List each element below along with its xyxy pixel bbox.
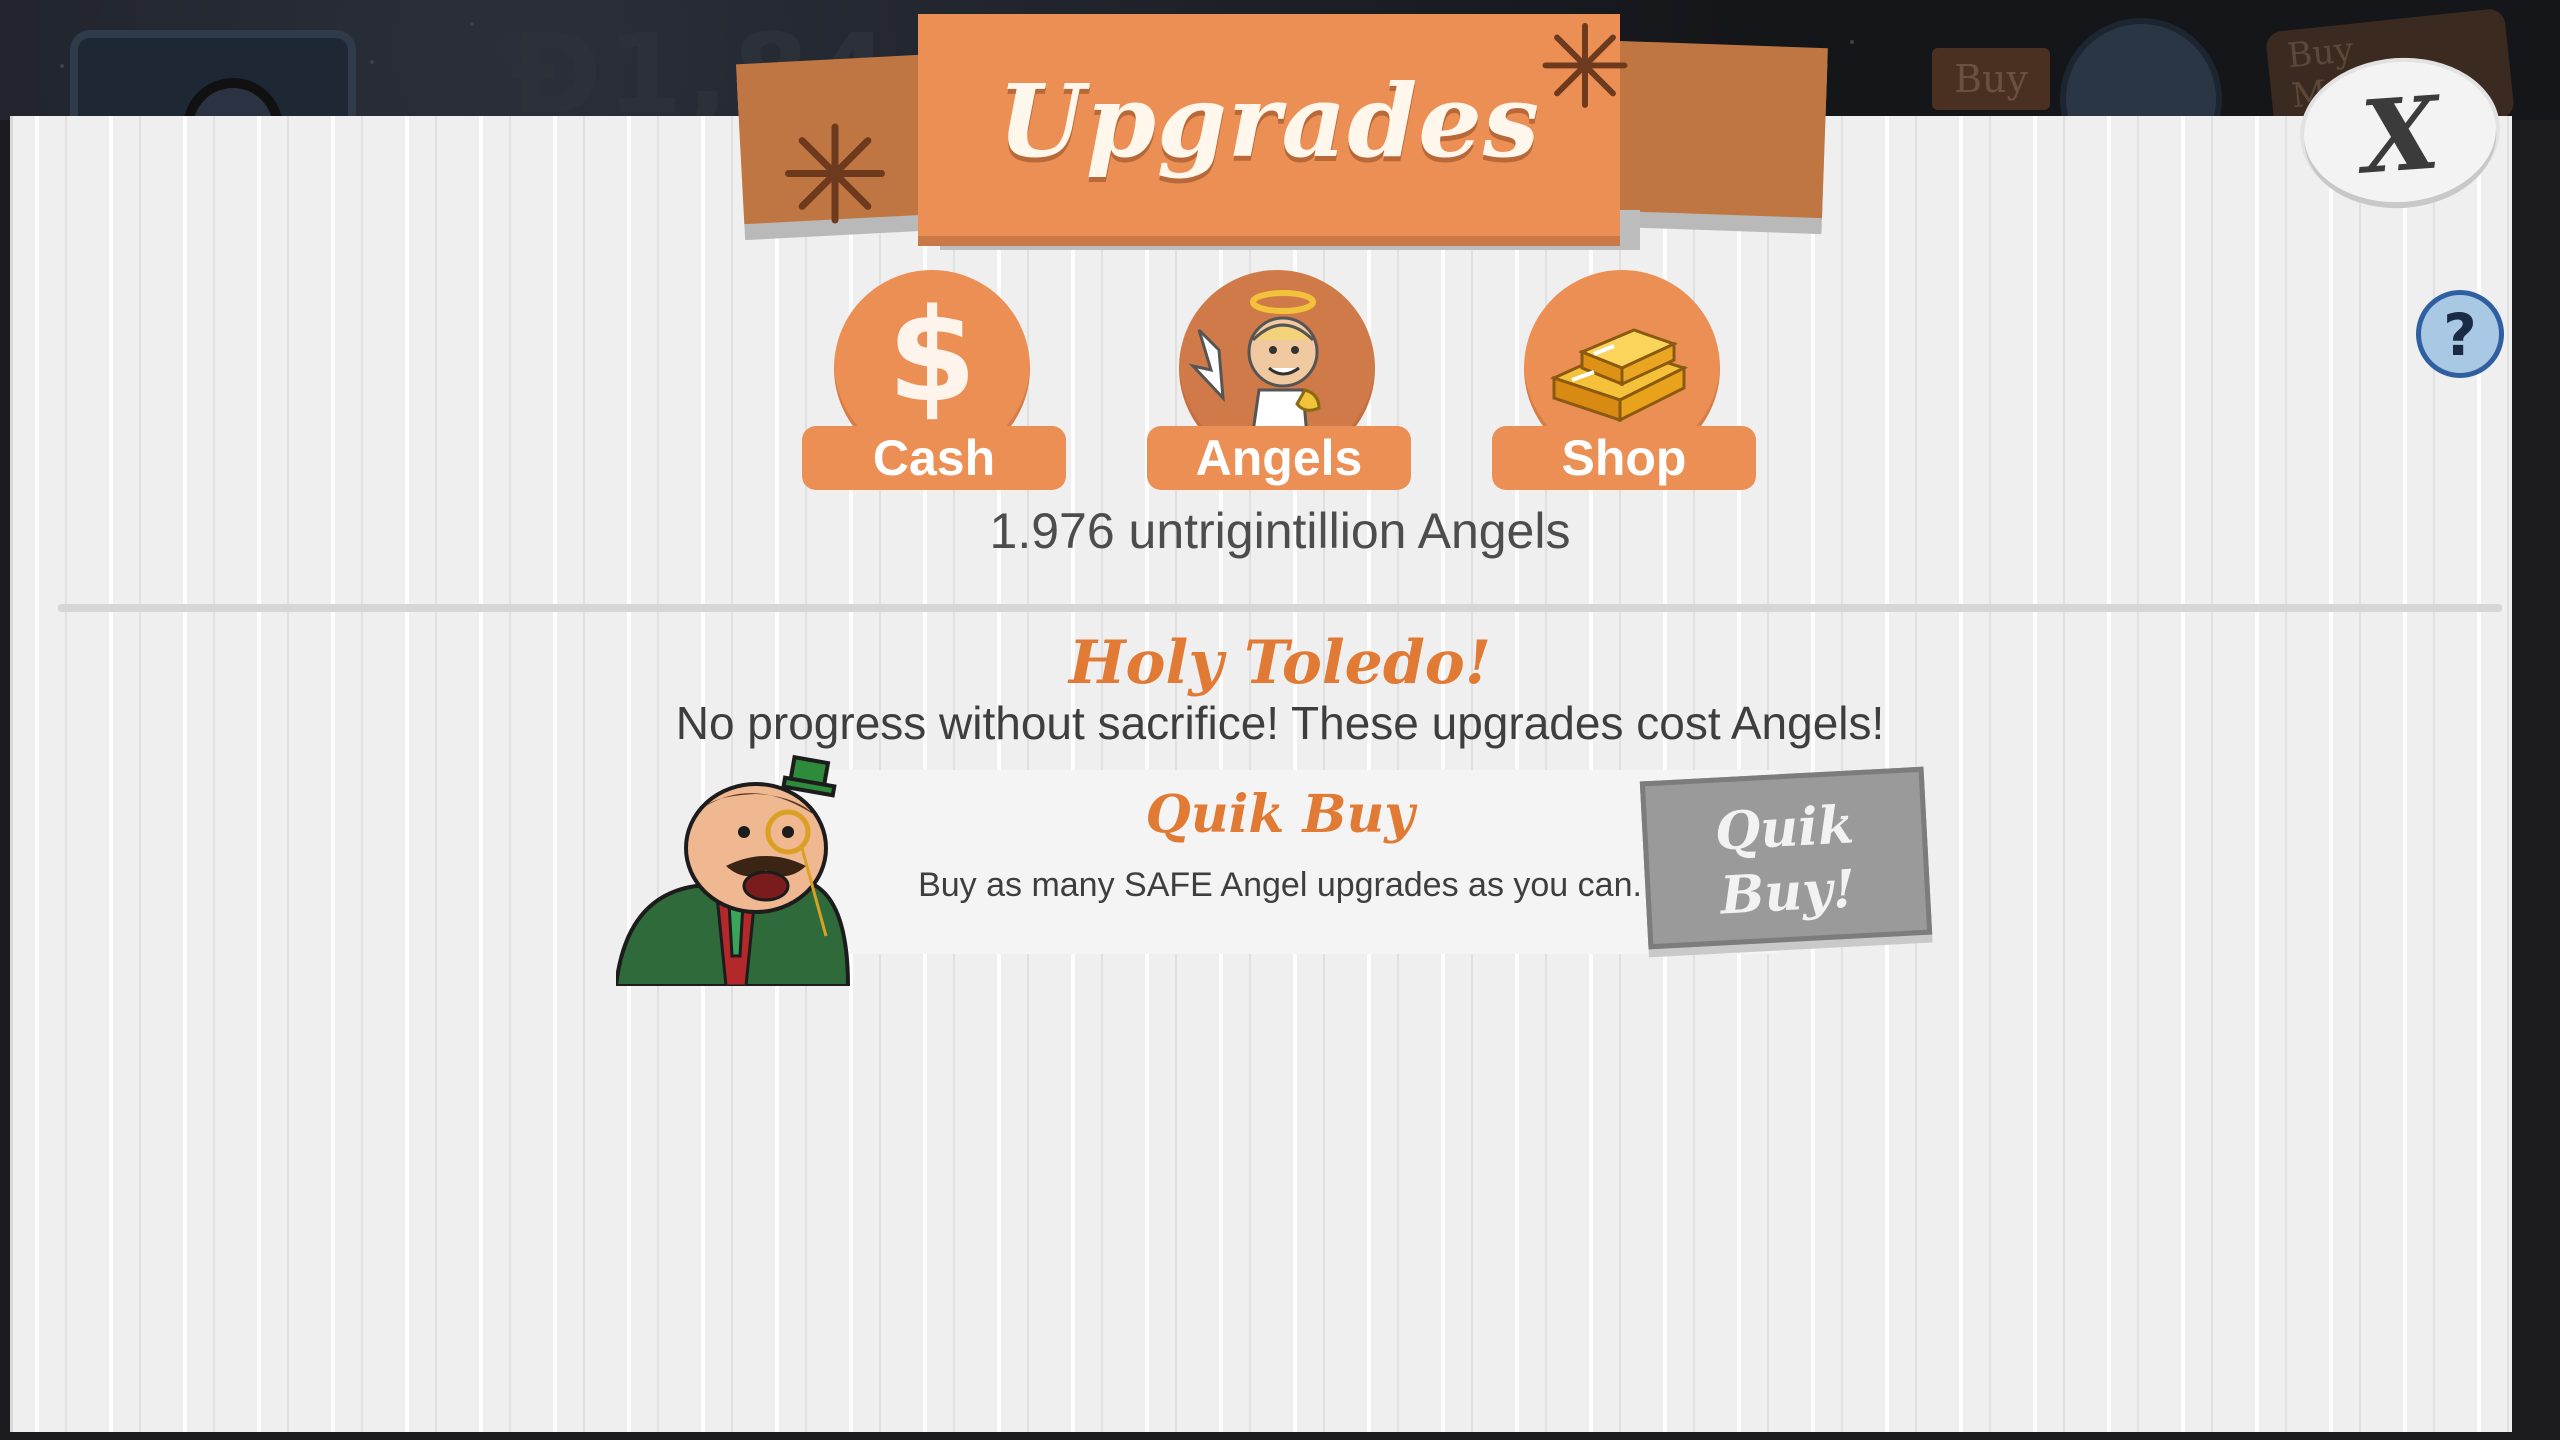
star-dot bbox=[470, 22, 474, 26]
page-title: Upgrades bbox=[997, 62, 1541, 180]
tab-label: Cash bbox=[802, 426, 1066, 490]
close-icon: X bbox=[2357, 73, 2444, 197]
quik-buy-label-line: Buy! bbox=[1718, 858, 1857, 927]
tab-label: Shop bbox=[1492, 426, 1756, 490]
help-button[interactable]: ? bbox=[2416, 290, 2504, 378]
tab-angels[interactable]: Angels bbox=[1147, 270, 1411, 490]
background-buy-button: Buy bbox=[1932, 48, 2050, 110]
starburst-icon bbox=[1538, 18, 1632, 112]
star-dot bbox=[370, 60, 374, 64]
mascot-illustration bbox=[616, 754, 851, 986]
star-dot bbox=[1850, 40, 1854, 44]
star-dot bbox=[60, 64, 64, 68]
tab-cash[interactable]: $ Cash bbox=[802, 270, 1066, 490]
avatar-ring bbox=[183, 78, 283, 120]
quik-buy-button[interactable]: Quik Buy! bbox=[1639, 766, 1933, 950]
background-manager-icon bbox=[2060, 18, 2222, 120]
upgrade-row: Quik Buy Buy as many SAFE Angel upgrades… bbox=[780, 770, 1780, 954]
dollar-icon: $ bbox=[887, 282, 977, 431]
upgrade-description: Buy as many SAFE Angel upgrades as you c… bbox=[918, 866, 1642, 904]
tab-shop[interactable]: Shop bbox=[1492, 270, 1756, 490]
background-avatar-frame bbox=[70, 30, 356, 120]
angel-count: 1.976 untrigintillion Angels bbox=[989, 503, 1571, 559]
divider bbox=[58, 604, 2502, 612]
section-heading: Holy Toledo! bbox=[1068, 628, 1492, 698]
tab-label: Angels bbox=[1147, 426, 1411, 490]
upgrade-title: Quik Buy bbox=[1145, 784, 1415, 845]
title-banner: Upgrades bbox=[918, 14, 1620, 236]
starburst-icon bbox=[780, 118, 890, 228]
section-subtitle: No progress without sacrifice! These upg… bbox=[675, 697, 1885, 749]
